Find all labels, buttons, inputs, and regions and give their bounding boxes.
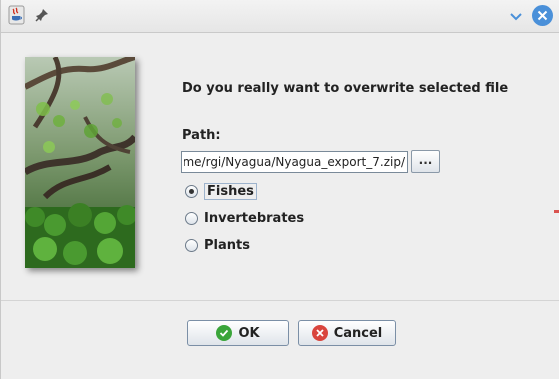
radio-plants[interactable]: Plants xyxy=(185,236,250,254)
aquarium-picture xyxy=(25,57,135,268)
dialog-window: Do you really want to overwrite selected… xyxy=(0,0,559,379)
radio-button[interactable] xyxy=(185,211,198,225)
radio-label: Invertebrates xyxy=(204,210,305,226)
confirm-question: Do you really want to overwrite selected… xyxy=(182,81,509,96)
radio-label: Plants xyxy=(204,237,250,253)
radio-button[interactable] xyxy=(185,238,198,252)
button-separator xyxy=(1,300,559,301)
cancel-label: Cancel xyxy=(333,325,383,341)
close-button[interactable] xyxy=(532,5,553,26)
close-icon xyxy=(537,10,548,21)
radio-label: Fishes xyxy=(204,182,257,200)
path-input[interactable] xyxy=(181,151,408,173)
cancel-button[interactable]: Cancel xyxy=(298,320,396,346)
path-label: Path: xyxy=(182,128,221,143)
java-cup-icon xyxy=(8,5,25,25)
pin-icon[interactable] xyxy=(34,7,50,23)
edge-marker xyxy=(554,210,559,213)
chevron-down-icon[interactable] xyxy=(507,7,525,25)
ok-button[interactable]: OK xyxy=(187,320,289,346)
browse-button[interactable]: ... xyxy=(411,150,440,173)
ok-label: OK xyxy=(238,325,260,341)
radio-fishes[interactable]: Fishes xyxy=(185,182,257,200)
radio-invertebrates[interactable]: Invertebrates xyxy=(185,209,304,227)
radio-button-checked[interactable] xyxy=(185,184,198,198)
title-bar xyxy=(1,0,559,33)
check-circle-icon xyxy=(216,325,233,341)
x-circle-icon xyxy=(311,325,328,341)
